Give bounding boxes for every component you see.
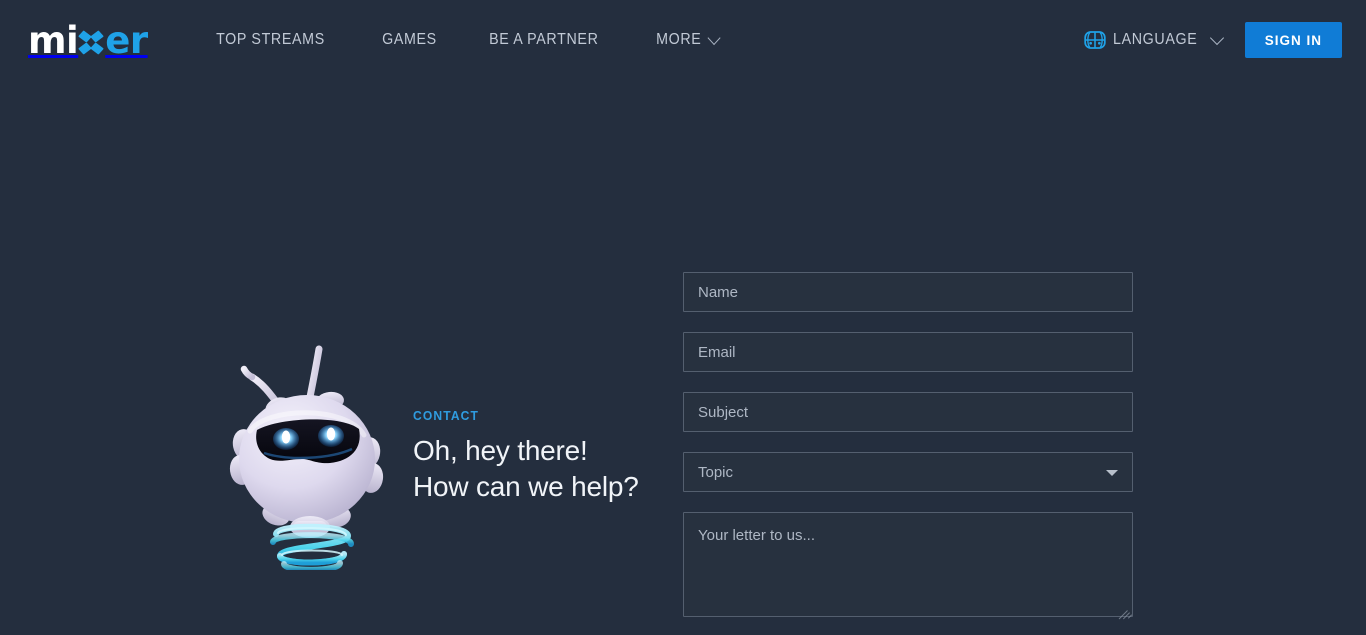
nav-more[interactable]: MORE [634, 31, 742, 49]
sign-in-button[interactable]: SIGN IN [1244, 22, 1342, 58]
nav-top-streams-label: TOP STREAMS [215, 31, 325, 48]
chevron-down-icon [710, 33, 720, 44]
subject-input[interactable] [683, 392, 1133, 432]
contact-copy: CONTACT Oh, hey there! How can we help? [413, 408, 639, 504]
chevron-down-icon [1212, 33, 1223, 44]
x-mark-icon [78, 30, 105, 56]
nav-top-streams[interactable]: TOP STREAMS [194, 31, 347, 49]
language-label: LANGUAGE [1112, 31, 1198, 48]
logo-text-er: er [105, 18, 148, 62]
globe-icon [1084, 31, 1106, 49]
header-actions: LANGUAGE SIGN IN [1084, 22, 1342, 58]
nav-be-a-partner-label: BE A PARTNER [489, 31, 599, 48]
main-content: CONTACT Oh, hey there! How can we help? … [0, 80, 1366, 635]
robot-hover-coil [270, 523, 354, 573]
nav-games[interactable]: GAMES [360, 31, 459, 49]
language-selector[interactable]: LANGUAGE [1084, 30, 1223, 50]
site-header: mi er TOP STREAMS GAMES BE A PARTNER MOR… [0, 0, 1366, 80]
name-input[interactable] [683, 272, 1133, 312]
nav-more-label: MORE [656, 31, 702, 48]
primary-nav: TOP STREAMS GAMES BE A PARTNER MORE [194, 31, 752, 49]
topic-select[interactable]: Topic [683, 452, 1133, 492]
robot-mascot-illustration [229, 345, 384, 573]
page-title-line1: Oh, hey there! [413, 435, 588, 466]
logo-text-mi: mi [28, 18, 79, 62]
contact-form: Topic SEND REQUEST [683, 80, 1133, 635]
page-title-line2: How can we help? [413, 470, 639, 502]
robot-mascot [218, 335, 398, 573]
contact-eyebrow: CONTACT [413, 408, 480, 423]
email-input[interactable] [683, 332, 1133, 372]
contact-intro-section: CONTACT Oh, hey there! How can we help? [0, 80, 683, 635]
nav-games-label: GAMES [381, 31, 437, 48]
message-wrap [683, 512, 1133, 620]
mixer-logo[interactable]: mi er [28, 22, 148, 59]
nav-be-a-partner[interactable]: BE A PARTNER [467, 31, 621, 49]
topic-select-wrap: Topic [683, 452, 1133, 492]
page-title: Oh, hey there! How can we help? [413, 433, 639, 504]
message-textarea[interactable] [683, 512, 1133, 617]
